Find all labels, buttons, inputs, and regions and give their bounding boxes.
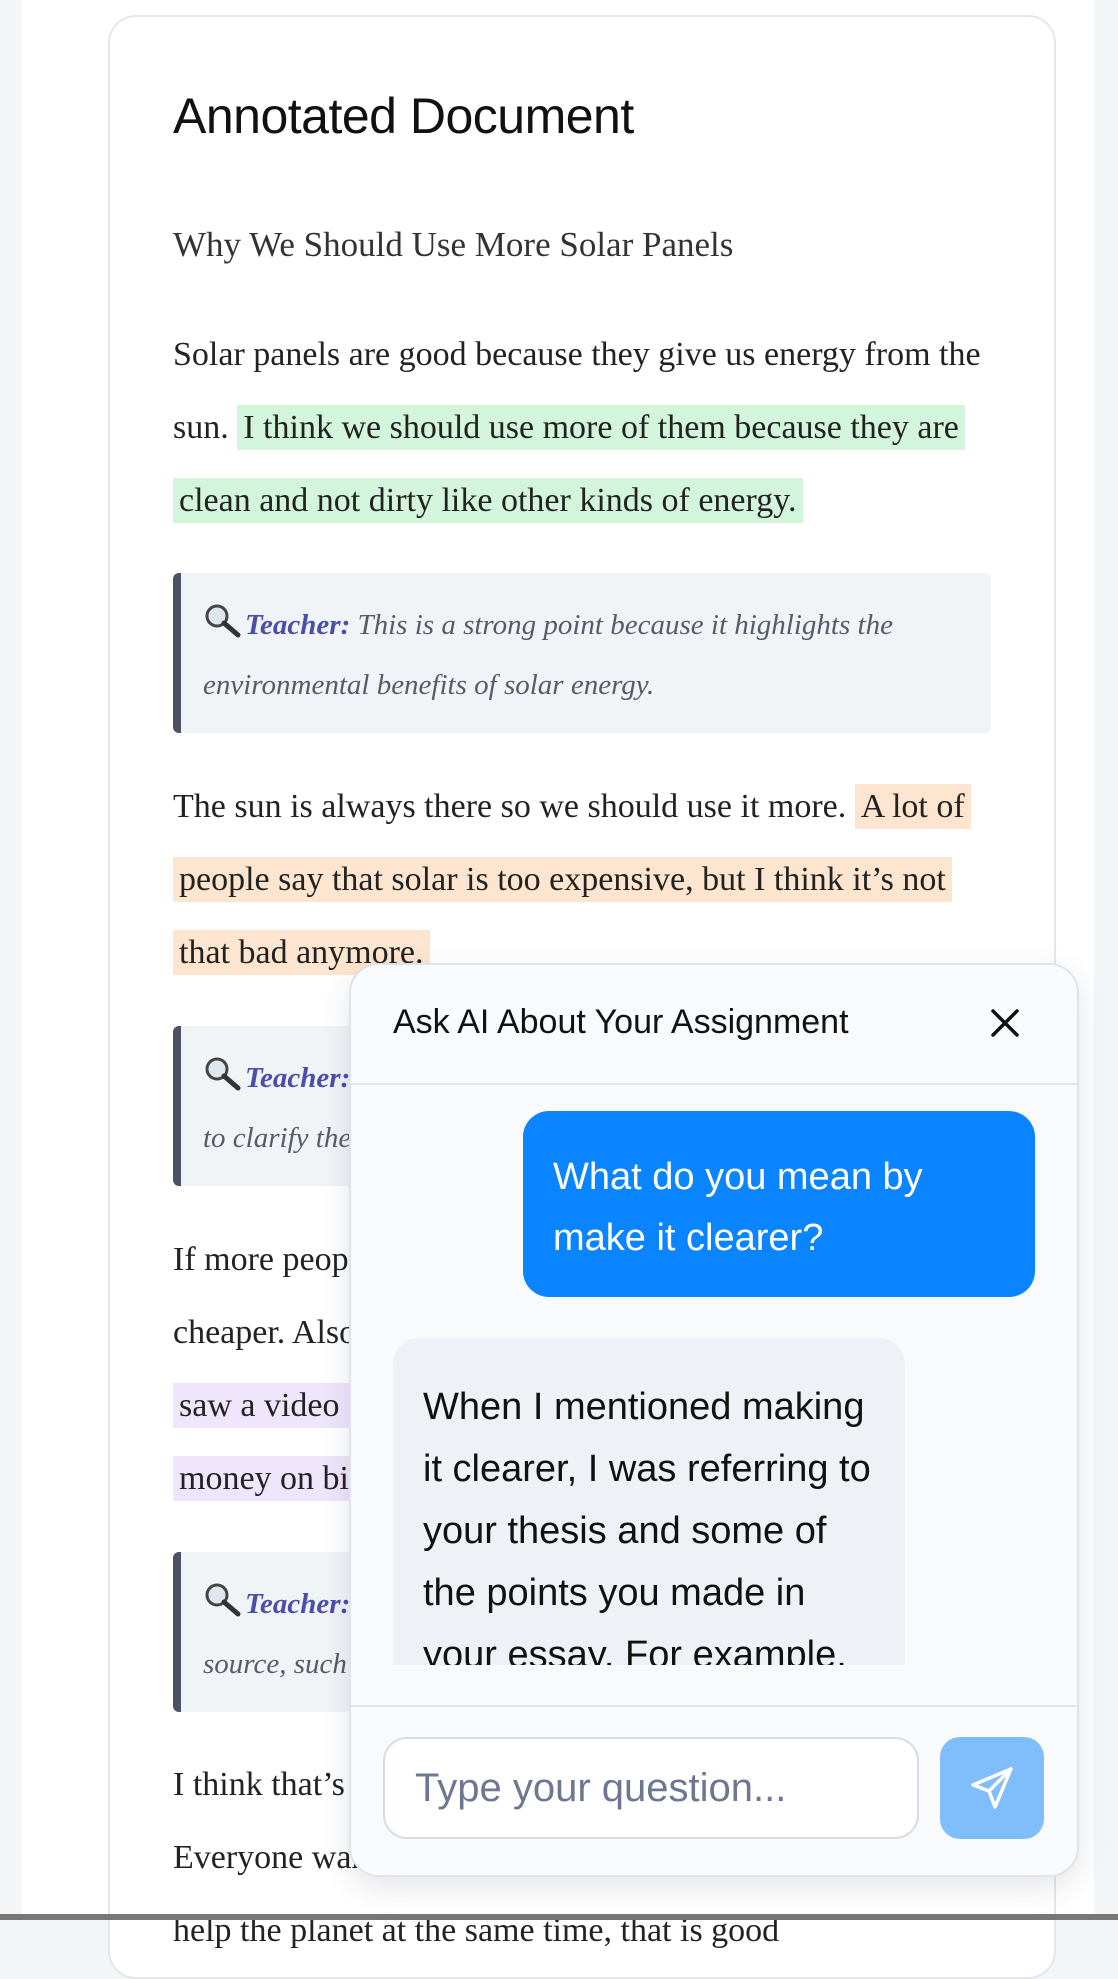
chat-messages[interactable]: What do you mean by make it clearer? Whe… (351, 1085, 1077, 1665)
ai-message: When I mentioned making it clearer, I wa… (393, 1338, 905, 1665)
user-message: What do you mean by make it clearer? (523, 1111, 1035, 1297)
bottom-edge (0, 1914, 1118, 1920)
paragraph-text: The sun is always there so we should use… (173, 788, 855, 825)
highlight-evidence[interactable]: money on bill (173, 1456, 374, 1501)
magnifying-glass-icon (205, 1057, 241, 1091)
chat-footer (351, 1705, 1077, 1875)
teacher-comment-text: to clarify the (203, 1122, 352, 1154)
page-title: Annotated Document (173, 88, 634, 144)
teacher-label: Teacher: (245, 1062, 351, 1094)
essay-title: Why We Should Use More Solar Panels (173, 225, 734, 264)
question-input[interactable] (383, 1737, 919, 1839)
ai-chat-panel: Ask AI About Your Assignment What do you… (349, 963, 1079, 1877)
essay-paragraph-2: The sun is always there so we should use… (173, 770, 993, 989)
essay-paragraph-1: Solar panels are good because they give … (173, 318, 993, 537)
chat-header: Ask AI About Your Assignment (351, 965, 1077, 1085)
teacher-label: Teacher: (245, 1588, 351, 1620)
teacher-label: Teacher: (245, 609, 351, 641)
close-icon[interactable] (989, 1007, 1021, 1039)
magnifying-glass-icon (205, 604, 241, 638)
send-icon (971, 1767, 1013, 1809)
chat-title: Ask AI About Your Assignment (393, 1003, 849, 1041)
highlight-evidence[interactable]: saw a video o (173, 1383, 372, 1428)
send-button[interactable] (940, 1737, 1044, 1839)
teacher-comment-1: Teacher: This is a strong point because … (173, 573, 991, 733)
teacher-comment-text: source, such (203, 1648, 347, 1680)
magnifying-glass-icon (205, 1583, 241, 1617)
paragraph-line: help the planet at the same time, that i… (173, 1912, 780, 1949)
highlight-strong-point[interactable]: I think we should use more of them becau… (173, 405, 965, 523)
